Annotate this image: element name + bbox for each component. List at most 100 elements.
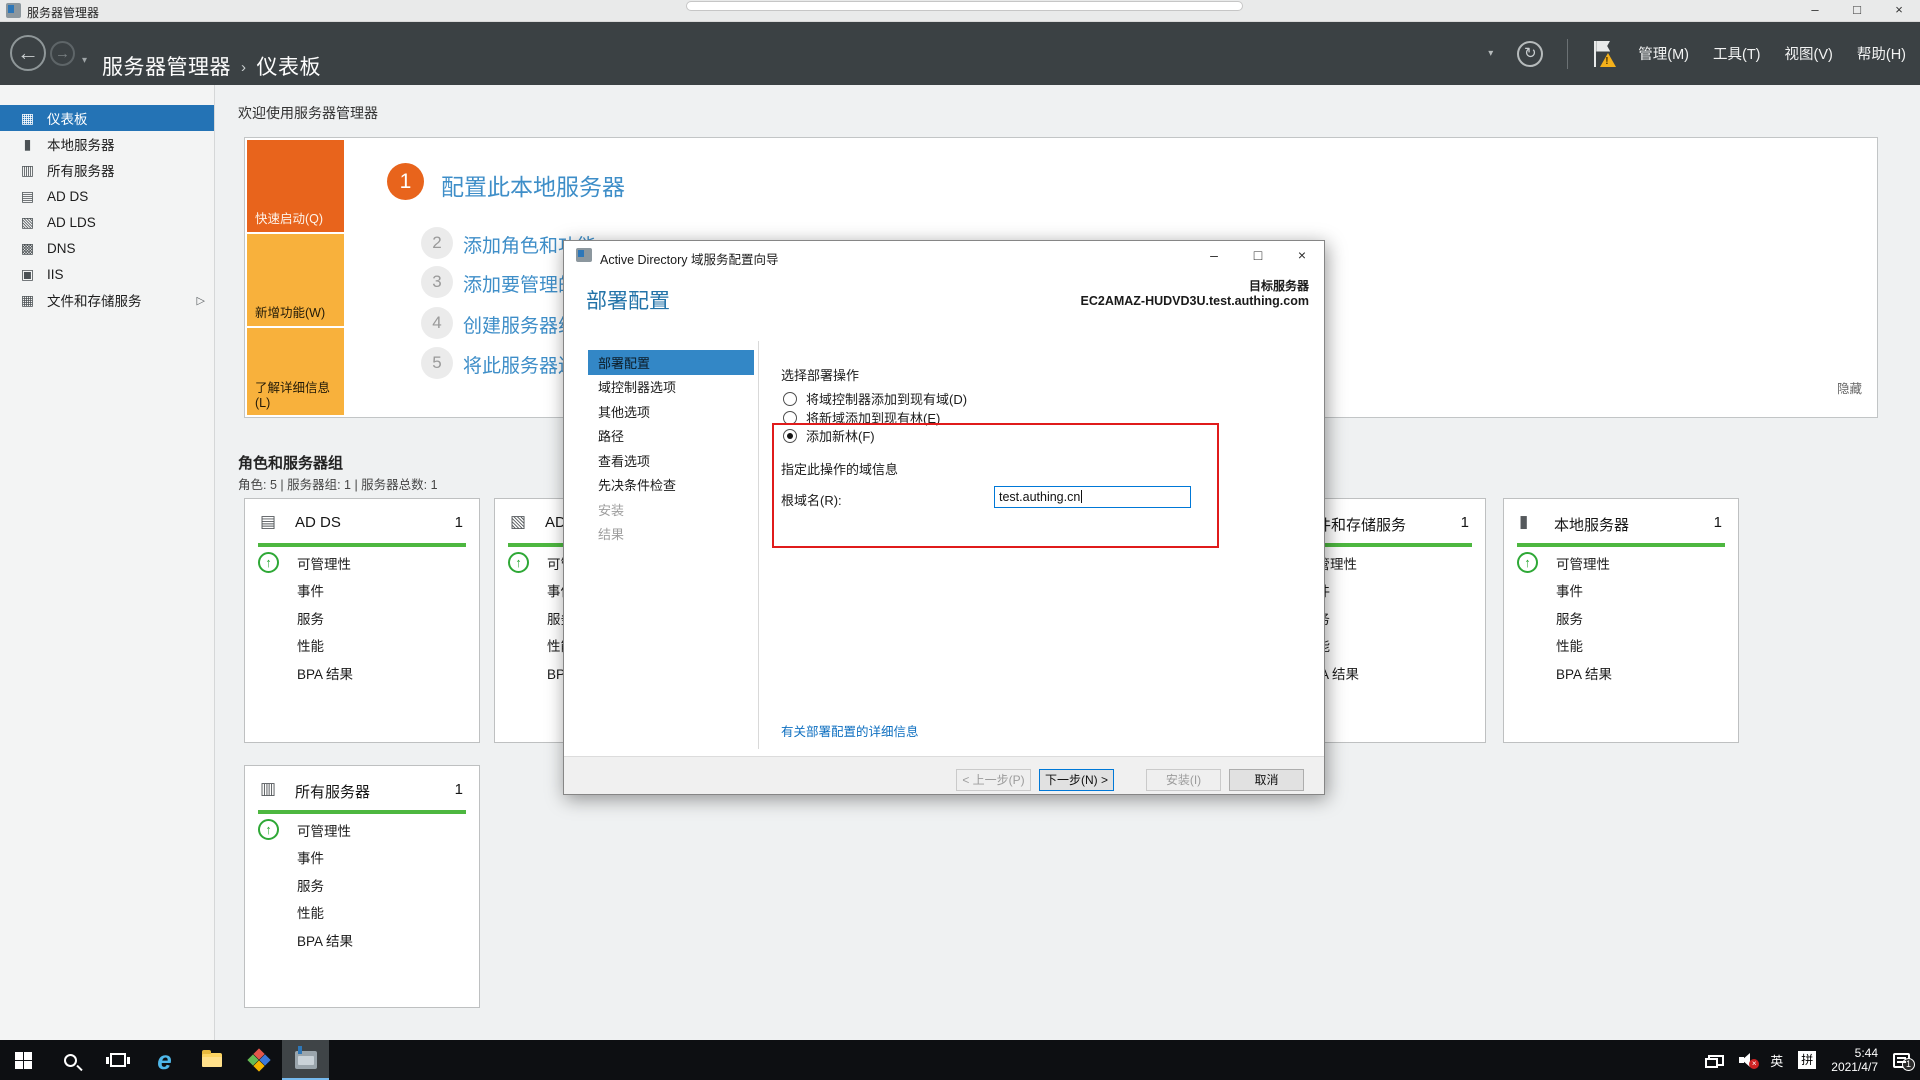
tile-title[interactable]: AD DS <box>295 514 341 531</box>
dropdown-caret-icon[interactable]: ▾ <box>1488 48 1493 59</box>
close-button[interactable]: × <box>1878 0 1920 22</box>
quick-start-tab[interactable]: 快速启动(Q) <box>247 140 344 232</box>
sidebar-item-ad-ds[interactable]: ▤ AD DS <box>0 183 214 209</box>
sidebar-item-ad-lds[interactable]: ▧ AD LDS <box>0 209 214 235</box>
tile-title[interactable]: 所有服务器 <box>295 781 370 802</box>
whats-new-tab[interactable]: 新增功能(W) <box>247 234 344 326</box>
wizard-step-install: 安装 <box>588 497 754 522</box>
sidebar-item-local-server[interactable]: ▮ 本地服务器 <box>0 131 214 157</box>
wizard-step-prereq-check[interactable]: 先决条件检查 <box>588 473 754 498</box>
local-server-icon: ▮ <box>19 136 36 153</box>
dialog-minimize-button[interactable]: – <box>1192 241 1236 271</box>
sidebar-item-label: AD LDS <box>47 215 96 230</box>
sidebar-item-label: 文件和存储服务 <box>47 290 142 310</box>
tile-item-bpa[interactable]: BPA 结果 <box>245 926 479 954</box>
wizard-step-deployment-config[interactable]: 部署配置 <box>588 350 754 375</box>
previous-button: < 上一步(P) <box>956 769 1031 791</box>
start-button[interactable] <box>0 1040 47 1080</box>
windows-logo-icon <box>15 1052 32 1069</box>
sidebar-item-dns[interactable]: ▩ DNS <box>0 235 214 261</box>
target-server-block: 目标服务器 EC2AMAZ-HUDVD3U.test.authing.com <box>1081 277 1310 308</box>
tile-status-line <box>258 543 466 547</box>
tile-item-services[interactable]: 服务 <box>1504 604 1738 632</box>
tile-item-bpa[interactable]: BPA 结果 <box>245 659 479 687</box>
up-arrow-icon: ↑ <box>1517 552 1538 573</box>
ime-indicator[interactable]: 拼 <box>1798 1051 1816 1069</box>
sidebar-item-iis[interactable]: ▣ IIS <box>0 261 214 287</box>
tile-item-bpa[interactable]: BPA 结果 <box>1504 659 1738 687</box>
app-diamond-button[interactable] <box>235 1040 282 1080</box>
ad-ds-icon: ▤ <box>19 188 36 205</box>
menu-view[interactable]: 视图(V) <box>1785 43 1833 64</box>
file-explorer-button[interactable] <box>188 1040 235 1080</box>
server-manager-taskbar-button[interactable] <box>282 1040 329 1080</box>
language-indicator[interactable]: 英 <box>1770 1051 1783 1070</box>
refresh-icon[interactable]: ↻ <box>1517 41 1543 67</box>
sidebar-item-label: AD DS <box>47 189 88 204</box>
dialog-maximize-button[interactable]: □ <box>1236 241 1280 271</box>
dialog-titlebar[interactable]: Active Directory 域服务配置向导 – □ × <box>564 241 1324 271</box>
wizard-step-review[interactable]: 查看选项 <box>588 448 754 473</box>
window-title: 服务器管理器 <box>27 4 99 21</box>
nav-history-caret-icon[interactable]: ▾ <box>82 55 87 66</box>
up-arrow-icon: ↑ <box>258 819 279 840</box>
deployment-config-help-link[interactable]: 有关部署配置的详细信息 <box>781 721 919 740</box>
tile-item-services[interactable]: 服务 <box>245 604 479 632</box>
radio-add-dc-existing-domain[interactable]: 将域控制器添加到现有域(D) <box>783 389 967 408</box>
back-button[interactable]: ← <box>10 35 46 71</box>
learn-more-tab[interactable]: 了解详细信息(L) <box>247 328 344 415</box>
next-button[interactable]: 下一步(N) > <box>1039 769 1114 791</box>
clock[interactable]: 5:44 2021/4/7 <box>1831 1046 1878 1074</box>
sidebar-item-all-servers[interactable]: ▥ 所有服务器 <box>0 157 214 183</box>
network-icon[interactable] <box>1708 1055 1724 1066</box>
step-3-badge: 3 <box>421 266 453 298</box>
menu-tools[interactable]: 工具(T) <box>1713 43 1761 64</box>
tile-item-manageability[interactable]: ↑可管理性 <box>245 549 479 577</box>
action-center-icon[interactable]: 1 <box>1893 1053 1910 1068</box>
forward-button[interactable]: → <box>50 41 75 66</box>
target-server-label: 目标服务器 <box>1081 277 1310 294</box>
task-view-button[interactable] <box>94 1040 141 1080</box>
sidebar-item-file-storage[interactable]: ▦ 文件和存储服务 ▷ <box>0 287 214 313</box>
cancel-button[interactable]: 取消 <box>1229 769 1304 791</box>
dns-icon: ▩ <box>19 240 36 257</box>
tile-item-events[interactable]: 事件 <box>245 577 479 605</box>
dashboard-icon: ▦ <box>19 110 36 127</box>
sidebar-item-dashboard[interactable]: ▦ 仪表板 <box>0 105 214 131</box>
expand-arrow-icon[interactable]: ▷ <box>197 294 205 307</box>
step-5-link[interactable]: 将此服务器连 <box>463 351 577 378</box>
internet-explorer-button[interactable]: e <box>141 1040 188 1080</box>
hide-link[interactable]: 隐藏 <box>1837 378 1862 397</box>
step-1-link[interactable]: 配置此本地服务器 <box>441 168 625 202</box>
task-view-icon <box>110 1053 126 1067</box>
menu-manage[interactable]: 管理(M) <box>1638 43 1689 64</box>
menu-help[interactable]: 帮助(H) <box>1857 43 1906 64</box>
roles-groups-summary: 角色: 5 | 服务器组: 1 | 服务器总数: 1 <box>238 474 438 493</box>
breadcrumb-root[interactable]: 服务器管理器 <box>102 56 231 79</box>
tile-item-performance[interactable]: 性能 <box>245 632 479 660</box>
tile-item-services[interactable]: 服务 <box>245 871 479 899</box>
step-4-badge: 4 <box>421 307 453 339</box>
tile-item-performance[interactable]: 性能 <box>1504 632 1738 660</box>
step-4-link[interactable]: 创建服务器组 <box>463 311 577 338</box>
volume-muted-icon[interactable]: × <box>1739 1053 1755 1067</box>
dialog-close-button[interactable]: × <box>1280 241 1324 271</box>
tile-ad-ds: ▤ AD DS 1 ↑可管理性 事件 服务 性能 BPA 结果 <box>244 498 480 743</box>
wizard-icon <box>576 248 592 262</box>
tile-item-events[interactable]: 事件 <box>245 844 479 872</box>
tile-item-manageability[interactable]: ↑可管理性 <box>1504 549 1738 577</box>
wizard-step-dc-options[interactable]: 域控制器选项 <box>588 375 754 400</box>
notifications-flag-icon[interactable]: ! <box>1592 39 1614 69</box>
wizard-step-paths[interactable]: 路径 <box>588 424 754 449</box>
nav-divider <box>1567 39 1568 69</box>
wizard-step-additional-options[interactable]: 其他选项 <box>588 399 754 424</box>
tile-item-performance[interactable]: 性能 <box>245 899 479 927</box>
sidebar: ▦ 仪表板 ▮ 本地服务器 ▥ 所有服务器 ▤ AD DS ▧ AD LDS ▩… <box>0 85 215 1040</box>
tile-title[interactable]: 本地服务器 <box>1554 514 1629 535</box>
search-button[interactable] <box>47 1040 94 1080</box>
maximize-button[interactable]: □ <box>1836 0 1878 22</box>
tile-item-events[interactable]: 事件 <box>1504 577 1738 605</box>
tile-item-manageability[interactable]: ↑可管理性 <box>245 816 479 844</box>
minimize-button[interactable]: – <box>1794 0 1836 22</box>
step-3-link[interactable]: 添加要管理的 <box>463 270 577 297</box>
